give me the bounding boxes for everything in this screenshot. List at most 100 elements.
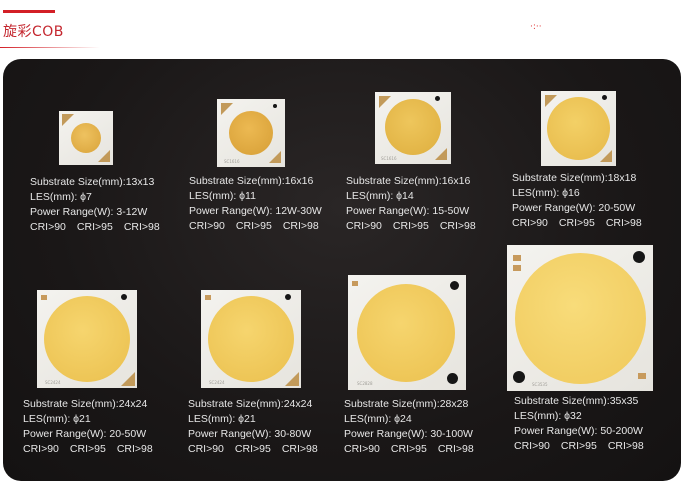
cri-option: CRI>98 — [116, 443, 153, 455]
cri-options: CRI>90 CRI>95 CRI>98 — [188, 442, 329, 457]
cob-chip-24x24-b: SC2424 — [201, 290, 301, 388]
substrate-size: Substrate Size(mm):16x16 — [189, 175, 314, 187]
product-spec: Substrate Size(mm):35x35 LES(mm): ϕ32 Po… — [514, 394, 655, 454]
polarity-mark — [121, 372, 135, 386]
cob-chip-16x16-b: SC1616 — [375, 92, 451, 164]
power-range: Power Range(W): 30-100W — [344, 428, 473, 440]
les-diameter: LES(mm): ϕ21 — [23, 413, 91, 425]
les-circle — [357, 284, 455, 382]
power-range: Power Range(W): 3-12W — [30, 206, 148, 218]
cri-option: CRI>95 — [560, 440, 597, 452]
power-range: Power Range(W): 20-50W — [23, 428, 147, 440]
power-range: Power Range(W): 15-50W — [346, 205, 470, 217]
header-divider — [0, 47, 100, 48]
polarity-mark — [285, 372, 299, 386]
polarity-mark — [221, 103, 233, 115]
cri-option: CRI>90 — [512, 217, 548, 229]
cri-option: CRI>95 — [69, 443, 106, 455]
product-spec: Substrate Size(mm):16x16 LES(mm): ϕ14 Po… — [346, 174, 487, 234]
cri-option: CRI>90 — [189, 220, 225, 232]
corner-mark: ·:·· — [530, 22, 542, 32]
cri-option: CRI>98 — [605, 217, 642, 229]
cri-option: CRI>95 — [235, 220, 272, 232]
les-circle — [71, 123, 101, 153]
product-spec: Substrate Size(mm):16x16 LES(mm): ϕ11 Po… — [189, 174, 330, 234]
substrate-size: Substrate Size(mm):13x13 — [30, 176, 155, 188]
cri-option: CRI>95 — [390, 443, 427, 455]
polarity-mark — [600, 150, 612, 162]
cob-chip-18x18 — [541, 91, 616, 166]
solder-pad — [41, 295, 47, 300]
product-spec: Substrate Size(mm):24x24 LES(mm): ϕ21 Po… — [23, 397, 164, 457]
mounting-hole — [450, 281, 459, 290]
chip-marking: SC2424 — [45, 380, 61, 385]
cri-options: CRI>90 CRI>95 CRI>98 — [30, 220, 171, 235]
les-circle — [229, 111, 273, 155]
polarity-mark — [98, 150, 110, 162]
les-diameter: LES(mm): ϕ7 — [30, 191, 92, 203]
chip-marking: SC3535 — [532, 382, 548, 387]
polarity-mark — [545, 95, 557, 107]
substrate-size: Substrate Size(mm):28x28 — [344, 398, 469, 410]
mounting-hole — [273, 104, 277, 108]
product-spec: Substrate Size(mm):28x28 LES(mm): ϕ24 Po… — [344, 397, 485, 457]
solder-pad — [638, 373, 646, 379]
mounting-hole — [602, 95, 607, 100]
polarity-mark — [435, 148, 447, 160]
solder-pad — [513, 265, 521, 271]
substrate-size: Substrate Size(mm):18x18 — [512, 172, 637, 184]
cri-options: CRI>90 CRI>95 CRI>98 — [346, 219, 487, 234]
product-spec: Substrate Size(mm):13x13 LES(mm): ϕ7 Pow… — [30, 175, 171, 235]
chip-marking: SC2424 — [209, 380, 225, 385]
cob-chip-24x24-a: SC2424 — [37, 290, 137, 388]
power-range: Power Range(W): 20-50W — [512, 202, 636, 214]
product-spec: Substrate Size(mm):18x18 LES(mm): ϕ16 Po… — [512, 171, 653, 231]
les-diameter: LES(mm): ϕ21 — [188, 413, 256, 425]
chip-marking: SC1616 — [381, 156, 397, 161]
les-diameter: LES(mm): ϕ16 — [512, 187, 580, 199]
cob-chip-13x13 — [59, 111, 113, 165]
mounting-hole — [447, 373, 458, 384]
cri-option: CRI>95 — [558, 217, 595, 229]
cri-options: CRI>90 CRI>95 CRI>98 — [344, 442, 485, 457]
cri-options: CRI>90 CRI>95 CRI>98 — [23, 442, 164, 457]
mounting-hole — [435, 96, 440, 101]
cri-options: CRI>90 CRI>95 CRI>98 — [514, 439, 655, 454]
solder-pad — [205, 295, 211, 300]
cri-option: CRI>98 — [282, 220, 319, 232]
cri-option: CRI>90 — [346, 220, 382, 232]
cri-option: CRI>95 — [234, 443, 271, 455]
chip-marking: SC2828 — [357, 381, 373, 386]
substrate-size: Substrate Size(mm):35x35 — [514, 395, 639, 407]
cob-chip-35x35: SC3535 — [507, 245, 653, 391]
polarity-mark — [379, 96, 391, 108]
mounting-hole — [285, 294, 291, 300]
cri-option: CRI>90 — [188, 443, 224, 455]
header-accent-bar — [3, 10, 55, 13]
cob-chip-16x16-a: SC1616 — [217, 99, 285, 167]
power-range: Power Range(W): 12W-30W — [189, 205, 322, 217]
les-circle — [208, 296, 294, 382]
les-diameter: LES(mm): ϕ24 — [344, 413, 412, 425]
cri-option: CRI>90 — [30, 221, 66, 233]
cri-options: CRI>90 CRI>95 CRI>98 — [189, 219, 330, 234]
mounting-hole — [513, 371, 525, 383]
cri-option: CRI>98 — [281, 443, 318, 455]
cri-option: CRI>90 — [344, 443, 380, 455]
les-diameter: LES(mm): ϕ32 — [514, 410, 582, 422]
mounting-hole — [633, 251, 645, 263]
cri-options: CRI>90 CRI>95 CRI>98 — [512, 216, 653, 231]
cri-option: CRI>98 — [123, 221, 160, 233]
substrate-size: Substrate Size(mm):24x24 — [188, 398, 313, 410]
cri-option: CRI>90 — [23, 443, 59, 455]
cri-option: CRI>98 — [607, 440, 644, 452]
power-range: Power Range(W): 30-80W — [188, 428, 312, 440]
cob-chip-28x28: SC2828 — [348, 275, 466, 390]
chip-marking: SC1616 — [224, 159, 240, 164]
substrate-size: Substrate Size(mm):16x16 — [346, 175, 471, 187]
power-range: Power Range(W): 50-200W — [514, 425, 643, 437]
les-circle — [44, 296, 130, 382]
cri-option: CRI>95 — [392, 220, 429, 232]
cri-option: CRI>98 — [439, 220, 476, 232]
product-spec: Substrate Size(mm):24x24 LES(mm): ϕ21 Po… — [188, 397, 329, 457]
